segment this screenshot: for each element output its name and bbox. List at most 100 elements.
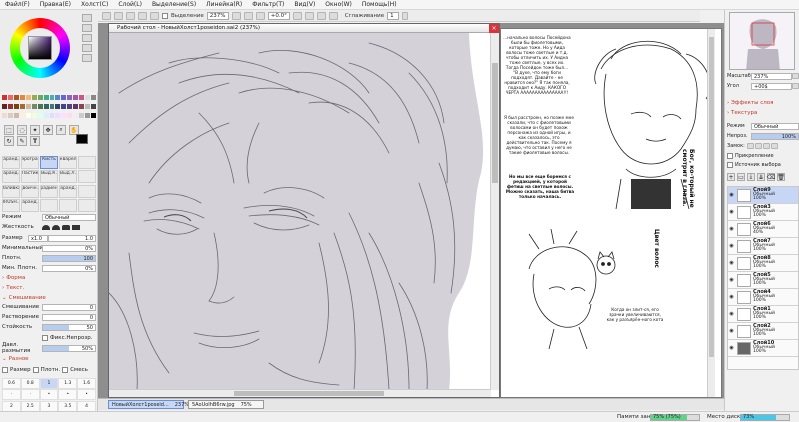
swatch[interactable] (43, 104, 49, 109)
swatch[interactable] (31, 104, 37, 109)
layer-row[interactable]: ◉ Слой7 Обычный 100% (728, 238, 798, 255)
tab-document-1[interactable]: НовыйХолст1poseid... 237% (108, 400, 189, 409)
menu-help[interactable]: Помощь(H) (357, 0, 402, 10)
brush-slot[interactable]: Заливка (2, 184, 20, 198)
blend-slider[interactable]: 0 (42, 303, 96, 311)
selection-checkbox[interactable] (162, 12, 168, 19)
swatch[interactable] (19, 113, 25, 118)
size-preset[interactable]: 1.6 (77, 378, 96, 389)
size-check[interactable] (2, 367, 8, 373)
eye-icon[interactable]: ◉ (728, 345, 735, 352)
swatch[interactable] (37, 113, 43, 118)
clipping-checkbox[interactable] (727, 153, 733, 159)
swatch[interactable] (7, 113, 13, 118)
brush-slot[interactable]: Акварель (59, 156, 77, 169)
size-preset[interactable]: 1.3 (58, 378, 78, 389)
size-preset-dot[interactable]: • (77, 389, 96, 401)
swatch[interactable] (43, 95, 49, 100)
menu-selection[interactable]: Выделение(S) (147, 0, 201, 10)
brush-slot[interactable]: Аэрограф (21, 156, 39, 169)
mix-check[interactable] (62, 367, 69, 373)
swatch[interactable] (2, 95, 7, 100)
brush-slot[interactable] (78, 156, 96, 169)
size-preset[interactable]: 4 (77, 400, 96, 412)
color-mode-button-4[interactable] (82, 44, 92, 52)
swatch[interactable] (49, 104, 55, 109)
swatch[interactable] (31, 95, 37, 100)
brush-slot[interactable]: Кисть (40, 156, 58, 169)
menu-window[interactable]: Окно(W) (320, 0, 357, 10)
brush-slot[interactable]: Каранд... (2, 170, 20, 184)
hardness-shapes[interactable] (42, 224, 96, 230)
text-icon[interactable]: T (30, 136, 40, 146)
eye-icon[interactable]: ◉ (728, 328, 735, 335)
blur-pressure-slider[interactable]: 50% (42, 344, 96, 352)
swatch[interactable] (37, 95, 43, 100)
scale-field[interactable]: 237% (751, 72, 792, 80)
angle-reset-button[interactable] (792, 83, 799, 89)
swatch[interactable] (85, 104, 91, 109)
brush-slot[interactable]: Каранд... (59, 184, 77, 198)
eye-icon[interactable]: ◉ (728, 209, 735, 216)
section-misc[interactable]: ⌄ Разное (2, 355, 96, 363)
vertical-scrollbar[interactable] (490, 33, 499, 390)
lock-alpha-button[interactable] (771, 143, 778, 149)
tab-document-2[interactable]: 5AoUoIhB6rw.jpg 75% (188, 400, 264, 409)
undo-button[interactable] (102, 11, 111, 20)
size-preset[interactable]: 0.6 (2, 378, 21, 389)
eye-icon[interactable]: ◉ (728, 277, 735, 284)
menu-ruler[interactable]: Линейка(R) (201, 0, 247, 10)
swatch[interactable] (79, 113, 85, 118)
size-slider[interactable]: 1.0 (48, 234, 96, 242)
smoothing-field[interactable]: 1 (387, 11, 400, 20)
layer-row[interactable]: ◉ Слой8 Обычный 100% (728, 255, 798, 272)
swatch[interactable] (79, 104, 85, 109)
canvas-window-title[interactable]: Рабочий стол - НовыйХолст1poseidon.sai2 … (109, 24, 499, 33)
swatch[interactable] (43, 113, 49, 118)
layer-row[interactable]: ◉ Слой3 Обычный 100% (728, 204, 798, 221)
swatch[interactable] (55, 104, 61, 109)
brush-slot[interactable]: Выд.К. (40, 170, 58, 184)
reference-vertical-scrollbar[interactable] (707, 29, 715, 397)
section-shape[interactable]: › Форма (2, 274, 96, 282)
keep-opacity-checkbox[interactable] (42, 335, 48, 341)
color-mode-button-1[interactable] (82, 14, 92, 22)
layer-row[interactable]: ◉ Слой6 Обычный 40% (728, 221, 798, 238)
deselect-button[interactable] (126, 11, 135, 20)
swatch[interactable] (85, 95, 91, 100)
min-size-slider[interactable]: 0% (42, 244, 96, 252)
swatch[interactable] (49, 113, 55, 118)
zoom-in-button[interactable] (243, 11, 253, 20)
layer-opacity-slider[interactable]: 100% (751, 132, 799, 140)
swatch[interactable] (61, 95, 67, 100)
angle-field[interactable]: +00$ (751, 82, 792, 90)
swatch[interactable] (55, 113, 61, 118)
layer-row[interactable]: ◉ Слой9 Обычный 100% (728, 187, 798, 204)
layer-merge-icon[interactable]: ⇊ (757, 173, 765, 181)
rotation-field[interactable]: +0.0° (267, 11, 290, 20)
sketch-canvas[interactable] (109, 33, 491, 390)
brush-slot[interactable]: Каранд... (2, 156, 20, 169)
swatch[interactable] (31, 113, 37, 118)
eye-icon[interactable]: ◉ (728, 243, 735, 250)
swatch[interactable] (91, 113, 96, 118)
size-multiplier[interactable]: x1.0 (28, 234, 48, 242)
eye-icon[interactable]: ◉ (728, 226, 735, 233)
navigator-preview[interactable] (729, 12, 795, 70)
swatch[interactable] (73, 104, 79, 109)
swatch[interactable] (37, 104, 43, 109)
show-selection-button[interactable] (150, 11, 159, 20)
invert-selection-button[interactable] (138, 11, 147, 20)
close-icon[interactable]: × (489, 24, 499, 33)
swatch[interactable] (19, 95, 25, 100)
swatch[interactable] (25, 104, 31, 109)
current-color-swatch[interactable] (76, 134, 88, 144)
swatch[interactable] (61, 104, 67, 109)
menu-file[interactable]: Файл(F) (0, 0, 35, 10)
swatch[interactable] (7, 95, 13, 100)
brush-slot[interactable] (40, 198, 58, 212)
flip-button[interactable] (328, 11, 338, 20)
size-preset[interactable]: 1 (39, 378, 59, 389)
menu-view[interactable]: Вид(V) (289, 0, 320, 10)
new-layer-icon[interactable]: + (727, 173, 735, 181)
